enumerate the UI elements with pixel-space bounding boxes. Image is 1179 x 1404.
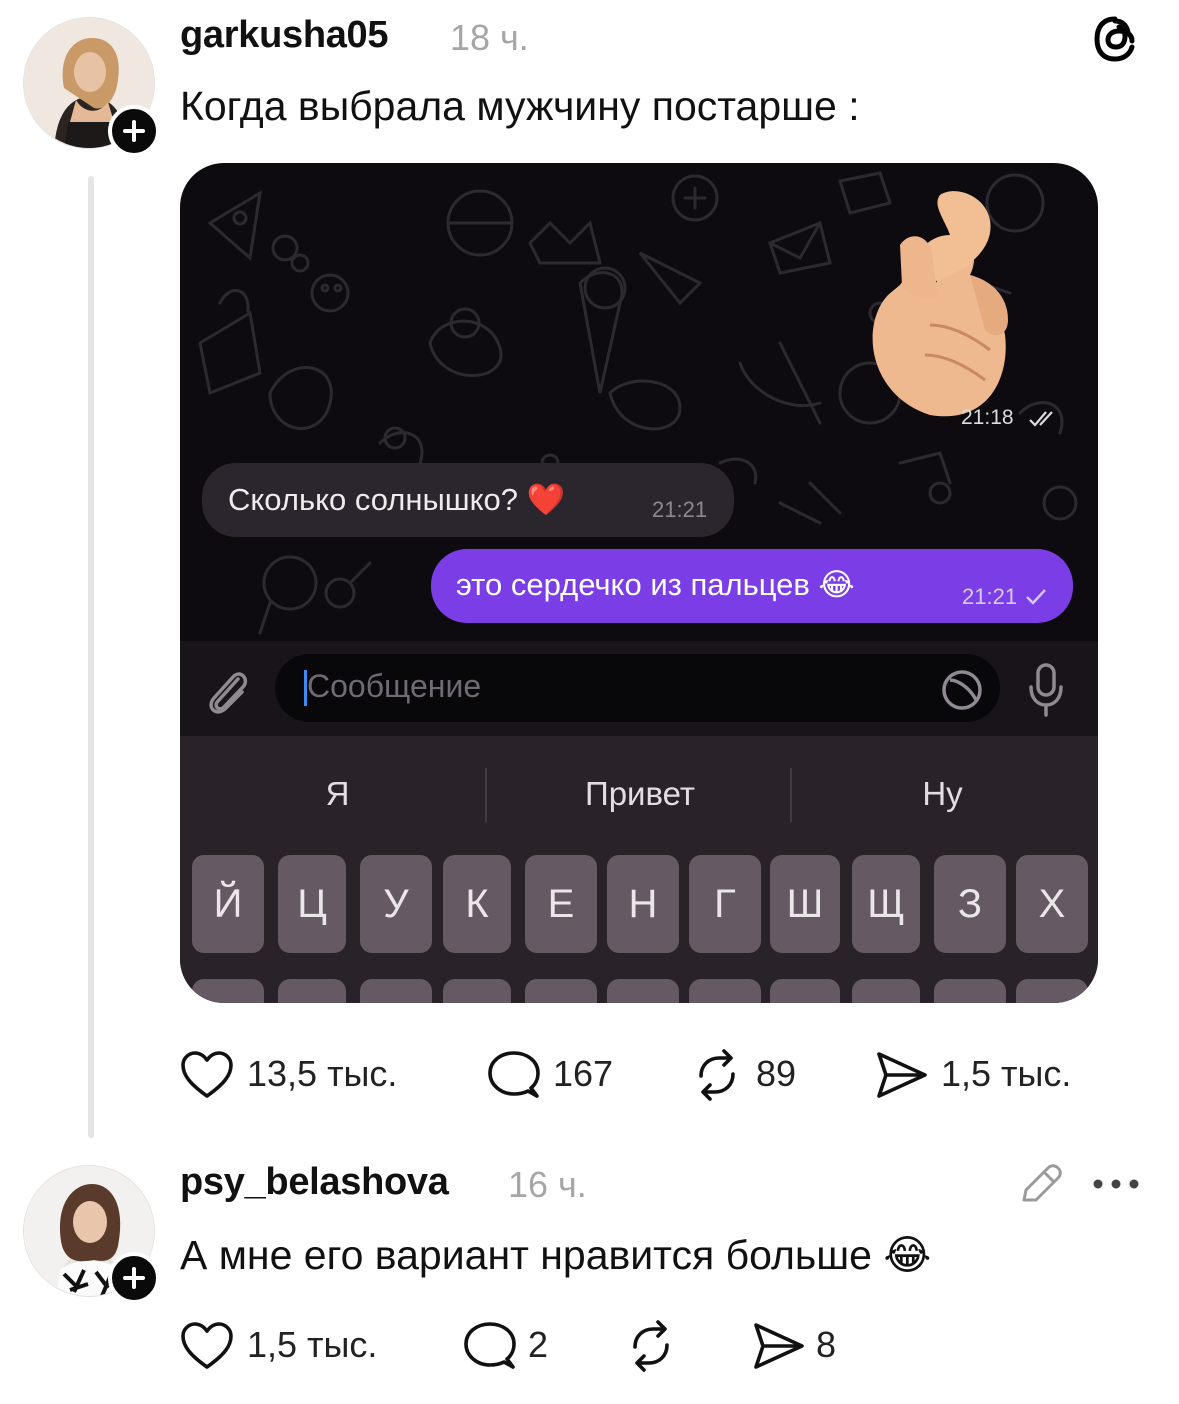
outgoing-message-time: 21:21 [962, 584, 1018, 609]
suggestion-separator [790, 768, 792, 822]
follow-plus-button[interactable] [108, 105, 160, 157]
sent-check-icon [1026, 589, 1046, 605]
repost-icon[interactable] [624, 1319, 678, 1373]
key-10[interactable]: З [934, 855, 1006, 953]
suggestion-3[interactable]: Ну [895, 775, 990, 813]
keyboard-row-2-key[interactable] [607, 979, 679, 1003]
post-image[interactable]: 21:18 Сколько солнышко? ❤️ 21:21 это сер… [180, 163, 1098, 1003]
reply-username[interactable]: psy_belashova [180, 1161, 449, 1204]
post-username[interactable]: garkusha05 [180, 14, 389, 57]
key-11[interactable]: Х [1016, 855, 1088, 953]
keyboard-row-2-key[interactable] [852, 979, 920, 1003]
finger-heart-sticker[interactable] [840, 175, 1040, 425]
reply-text: А мне его вариант нравится больше 😂 [180, 1232, 932, 1278]
keyboard-row-2-key[interactable] [525, 979, 597, 1003]
keyboard-row-2-key[interactable] [689, 979, 761, 1003]
keyboard-row-2-key[interactable] [192, 979, 264, 1003]
message-input-placeholder: Сообщение [307, 668, 482, 704]
reply-time: 16 ч. [508, 1164, 587, 1205]
incoming-message-text: Сколько солнышко? ❤️ [228, 482, 566, 517]
post-repost-count: 89 [756, 1053, 797, 1094]
keyboard-row-2-key[interactable] [1016, 979, 1088, 1003]
follow-plus-button[interactable] [108, 1252, 160, 1304]
key-2[interactable]: Ц [278, 855, 346, 953]
like-heart-icon[interactable] [180, 1050, 234, 1100]
share-send-icon[interactable] [752, 1321, 806, 1371]
suggestion-separator [485, 768, 487, 822]
read-double-check-icon [1029, 411, 1053, 427]
reply-bubble-icon[interactable] [487, 1050, 541, 1100]
post-time: 18 ч. [450, 17, 529, 58]
more-options-icon[interactable] [1092, 1178, 1140, 1190]
reply-share-count: 8 [816, 1324, 837, 1365]
reply-bubble-icon[interactable] [463, 1321, 517, 1371]
like-heart-icon[interactable] [180, 1321, 234, 1371]
suggestion-1[interactable]: Я [280, 775, 395, 813]
keyboard-row-2-key[interactable] [360, 979, 432, 1003]
post-reply-count: 167 [553, 1053, 614, 1094]
key-6[interactable]: Н [607, 855, 679, 953]
reply-like-count: 1,5 тыс. [247, 1324, 378, 1365]
reply-reply-count: 2 [528, 1324, 549, 1365]
sticker-time: 21:18 [961, 406, 1014, 429]
post-text: Когда выбрала мужчину постарше : [180, 83, 860, 129]
key-7[interactable]: Г [689, 855, 761, 953]
keyboard-row-2-key[interactable] [770, 979, 840, 1003]
post-like-count: 13,5 тыс. [247, 1053, 398, 1094]
share-send-icon[interactable] [875, 1050, 929, 1100]
key-8[interactable]: Ш [770, 855, 840, 953]
post-share-count: 1,5 тыс. [941, 1053, 1072, 1094]
attachment-icon[interactable] [202, 665, 252, 717]
repost-icon[interactable] [690, 1048, 744, 1102]
outgoing-message-text: это сердечко из пальцев 😂 [456, 567, 855, 602]
key-1[interactable]: Й [192, 855, 264, 953]
keyboard-row-2-key[interactable] [443, 979, 511, 1003]
key-3[interactable]: У [360, 855, 432, 953]
thread-line [88, 176, 94, 1138]
threads-logo-icon[interactable] [1090, 14, 1140, 69]
incoming-message-time: 21:21 [652, 497, 708, 522]
keyboard-row-2-key[interactable] [934, 979, 1006, 1003]
microphone-icon[interactable] [1026, 661, 1066, 717]
keyboard-row-2-key[interactable] [278, 979, 346, 1003]
sticker-icon[interactable] [940, 668, 984, 712]
suggestion-2[interactable]: Привет [560, 775, 720, 813]
edit-pencil-icon[interactable] [1016, 1160, 1064, 1208]
key-4[interactable]: К [443, 855, 511, 953]
key-5[interactable]: Е [525, 855, 597, 953]
key-9[interactable]: Щ [852, 855, 920, 953]
